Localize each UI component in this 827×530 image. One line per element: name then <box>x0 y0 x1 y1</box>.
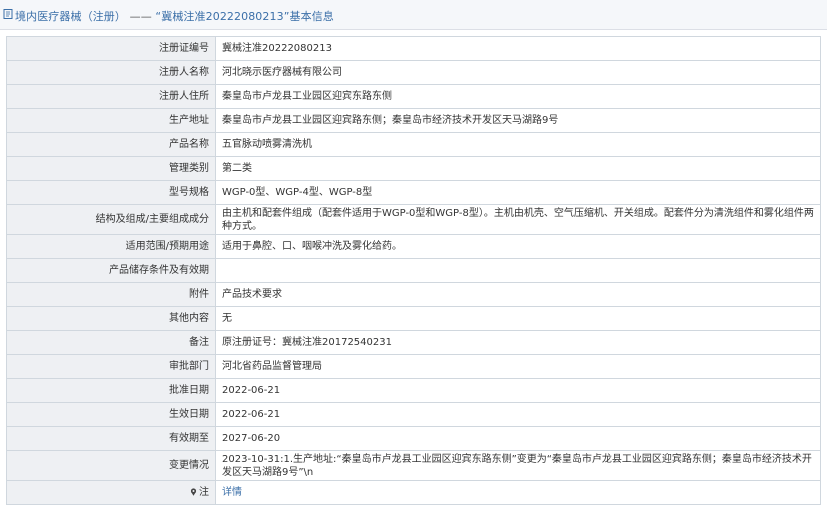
row-value: 2023-10-31:1.生产地址:“秦皇岛市卢龙县工业园区迎宾东路东侧”变更为… <box>215 450 821 481</box>
table-row: 适用范围/预期用途 适用于鼻腔、口、咽喉冲洗及雾化给药。 <box>6 234 821 259</box>
row-value: 五官脉动喷雾清洗机 <box>215 132 821 157</box>
breadcrumb-section-link[interactable]: 境内医疗器械（注册） <box>15 10 126 23</box>
row-label: 型号规格 <box>6 180 216 205</box>
table-row: 生产地址 秦皇岛市卢龙县工业园区迎宾路东侧；秦皇岛市经济技术开发区天马湖路9号 <box>6 108 821 133</box>
table-row: 产品名称 五官脉动喷雾清洗机 <box>6 132 821 157</box>
row-label: 其他内容 <box>6 306 216 331</box>
row-label: 生效日期 <box>6 402 216 427</box>
table-row: 有效期至 2027-06-20 <box>6 426 821 451</box>
table-row: 型号规格 WGP-0型、WGP-4型、WGP-8型 <box>6 180 821 205</box>
row-label: 结构及组成/主要组成成分 <box>6 204 216 235</box>
breadcrumb-separator: —— <box>129 10 152 23</box>
row-value: 河北省药品监督管理局 <box>215 354 821 379</box>
row-label: 注册证编号 <box>6 36 216 61</box>
table-row: 审批部门 河北省药品监督管理局 <box>6 354 821 379</box>
row-value: 河北晓示医疗器械有限公司 <box>215 60 821 85</box>
table-row: 生效日期 2022-06-21 <box>6 402 821 427</box>
table-row: 批准日期 2022-06-21 <box>6 378 821 403</box>
breadcrumb-bar: 境内医疗器械（注册） —— “冀械注准20222080213”基本信息 <box>0 0 827 30</box>
row-value: 原注册证号：冀械注准20172540231 <box>215 330 821 355</box>
note-label-cell: 注 <box>6 480 216 505</box>
row-value: 秦皇岛市卢龙县工业园区迎宾路东侧；秦皇岛市经济技术开发区天马湖路9号 <box>215 108 821 133</box>
row-value: 适用于鼻腔、口、咽喉冲洗及雾化给药。 <box>215 234 821 259</box>
row-label: 注册人名称 <box>6 60 216 85</box>
row-value <box>215 258 821 283</box>
row-label: 适用范围/预期用途 <box>6 234 216 259</box>
breadcrumb: 境内医疗器械（注册） —— “冀械注准20222080213”基本信息 <box>15 8 334 24</box>
note-value-cell: 详情 <box>215 480 821 505</box>
row-label: 管理类别 <box>6 156 216 181</box>
row-value: 2027-06-20 <box>215 426 821 451</box>
row-value: 2022-06-21 <box>215 402 821 427</box>
info-table: 注册证编号 冀械注准20222080213 注册人名称 河北晓示医疗器械有限公司 注册人… <box>6 36 821 505</box>
table-row: 结构及组成/主要组成成分 由主机和配套件组成（配套件适用于WGP-0型和WGP-8… <box>6 204 821 235</box>
row-value: 第二类 <box>215 156 821 181</box>
row-label: 产品名称 <box>6 132 216 157</box>
note-label: 注 <box>199 487 209 498</box>
row-value: 产品技术要求 <box>215 282 821 307</box>
row-label: 附件 <box>6 282 216 307</box>
row-label: 批准日期 <box>6 378 216 403</box>
table-row: 其他内容无 <box>6 306 821 331</box>
table-row: 变更情况 2023-10-31:1.生产地址:“秦皇岛市卢龙县工业园区迎宾东路东侧… <box>6 450 821 481</box>
row-value: 2022-06-21 <box>215 378 821 403</box>
table-row: 注册人名称 河北晓示医疗器械有限公司 <box>6 60 821 85</box>
row-label: 审批部门 <box>6 354 216 379</box>
table-row: 附件 产品技术要求 <box>6 282 821 307</box>
row-label: 备注 <box>6 330 216 355</box>
row-value: WGP-0型、WGP-4型、WGP-8型 <box>215 180 821 205</box>
table-row-note: 注 详情 <box>6 480 821 505</box>
row-label: 产品储存条件及有效期 <box>6 258 216 283</box>
row-value: 无 <box>215 306 821 331</box>
row-label: 生产地址 <box>6 108 216 133</box>
table-row: 注册证编号 冀械注准20222080213 <box>6 36 821 61</box>
document-icon <box>3 9 13 19</box>
location-pin-icon <box>190 488 197 496</box>
table-row: 注册人住所 秦皇岛市卢龙县工业园区迎宾东路东侧 <box>6 84 821 109</box>
row-label: 注册人住所 <box>6 84 216 109</box>
detail-link[interactable]: 详情 <box>222 487 242 498</box>
row-value: 冀械注准20222080213 <box>215 36 821 61</box>
table-row: 管理类别 第二类 <box>6 156 821 181</box>
row-label: 变更情况 <box>6 450 216 481</box>
row-value: 由主机和配套件组成（配套件适用于WGP-0型和WGP-8型）。主机由机壳、空气压… <box>215 204 821 235</box>
table-row: 备注 原注册证号：冀械注准20172540231 <box>6 330 821 355</box>
row-label: 有效期至 <box>6 426 216 451</box>
table-row: 产品储存条件及有效期 <box>6 258 821 283</box>
page-title: “冀械注准20222080213”基本信息 <box>155 10 334 23</box>
row-value: 秦皇岛市卢龙县工业园区迎宾东路东侧 <box>215 84 821 109</box>
